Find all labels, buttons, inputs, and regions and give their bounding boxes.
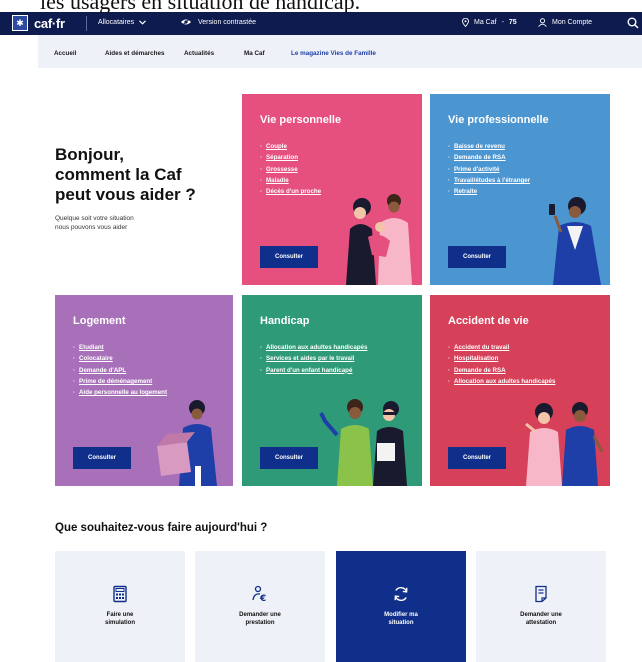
nav-aides[interactable]: Aides et démarches bbox=[105, 50, 165, 57]
action-label: Demander une attestation bbox=[520, 612, 562, 626]
link-etudiant[interactable]: Etudiant bbox=[73, 342, 167, 353]
link-maladie[interactable]: Maladie bbox=[260, 175, 321, 186]
link-demande-rsa[interactable]: Demande de RSA bbox=[448, 152, 530, 163]
link-demande-apl[interactable]: Demande d'APL bbox=[73, 365, 167, 376]
eye-contrast-icon bbox=[181, 18, 191, 26]
link-travail-etranger[interactable]: Travail/études à l'étranger bbox=[448, 175, 530, 186]
link-couple[interactable]: Couple bbox=[260, 141, 321, 152]
action-label: Faire une simulation bbox=[104, 612, 135, 626]
ma-caf-label: Ma Caf bbox=[474, 19, 497, 26]
link-hospitalisation[interactable]: Hospitalisation bbox=[448, 353, 555, 364]
top-bar: ✱ caf·fr Allocataires Version contrastée… bbox=[0, 12, 642, 35]
consulter-button[interactable]: Consulter bbox=[260, 447, 318, 469]
card-accident-de-vie: Accident de vie Accident du travail Hosp… bbox=[430, 295, 610, 486]
action-modifier-situation[interactable]: Modifier ma situation bbox=[336, 551, 466, 662]
card-links: Couple Séparation Grossesse Maladie Décè… bbox=[260, 141, 321, 197]
action-label: Demander une prestation bbox=[239, 612, 281, 626]
link-demande-rsa[interactable]: Demande de RSA bbox=[448, 365, 555, 376]
worker-phone-illustration bbox=[549, 197, 601, 285]
document-icon bbox=[535, 585, 547, 603]
top-separator bbox=[86, 16, 87, 31]
card-links: Allocation aux adultes handicapés Servic… bbox=[260, 342, 367, 376]
card-title: Vie professionnelle bbox=[448, 114, 549, 126]
link-aah[interactable]: Allocation aux adultes handicapés bbox=[448, 376, 555, 387]
svg-text:€: € bbox=[259, 594, 266, 603]
nav-ma-caf[interactable]: Ma Caf bbox=[244, 50, 265, 57]
link-colocataire[interactable]: Colocataire bbox=[73, 353, 167, 364]
card-vie-professionnelle: Vie professionnelle Baisse de revenu Dem… bbox=[430, 94, 610, 285]
link-deces[interactable]: Décès d'un proche bbox=[260, 186, 321, 197]
search-icon[interactable] bbox=[627, 17, 639, 29]
link-grossesse[interactable]: Grossesse bbox=[260, 164, 321, 175]
nav-accueil[interactable]: Accueil bbox=[54, 50, 76, 57]
hero-title: Bonjour, comment la Caf peut vous aider … bbox=[55, 145, 196, 204]
consulter-button[interactable]: Consulter bbox=[260, 246, 318, 268]
location-pin-icon bbox=[462, 18, 469, 27]
chevron-down-icon bbox=[139, 20, 147, 25]
hero-subtitle: Quelque soit votre situation nous pouvon… bbox=[55, 215, 134, 231]
link-retraite[interactable]: Retraite bbox=[448, 186, 530, 197]
card-title: Handicap bbox=[260, 315, 310, 327]
main-nav: Accueil Aides et démarches Actualités Ma… bbox=[38, 35, 642, 68]
action-label: Modifier ma situation bbox=[384, 612, 418, 626]
contrast-label: Version contrastée bbox=[198, 18, 256, 26]
link-services-aides[interactable]: Services et aides par le travail bbox=[260, 353, 367, 364]
contrast-toggle[interactable]: Version contrastée bbox=[180, 18, 256, 26]
money-request-icon: € bbox=[252, 585, 266, 603]
user-icon bbox=[538, 18, 547, 27]
disability-illustration bbox=[319, 399, 407, 486]
republic-logo-icon[interactable]: ✱ bbox=[12, 15, 28, 31]
card-handicap: Handicap Allocation aux adultes handicap… bbox=[242, 295, 422, 486]
family-illustration bbox=[346, 194, 412, 285]
action-demander-attestation[interactable]: Demander une attestation bbox=[476, 551, 606, 662]
action-demander-prestation[interactable]: € Demander une prestation bbox=[195, 551, 325, 662]
consulter-button[interactable]: Consulter bbox=[73, 447, 131, 469]
action-faire-simulation[interactable]: Faire une simulation bbox=[55, 551, 185, 662]
calculator-icon bbox=[113, 585, 127, 603]
consulter-button[interactable]: Consulter bbox=[448, 246, 506, 268]
page-caption: les usagers en situation de handicap. bbox=[40, 0, 361, 13]
link-accident-travail[interactable]: Accident du travail bbox=[448, 342, 555, 353]
mon-compte-label: Mon Compte bbox=[552, 19, 593, 26]
card-title: Vie personnelle bbox=[260, 114, 342, 126]
mon-compte-link[interactable]: Mon Compte bbox=[538, 18, 592, 27]
nav-actualites[interactable]: Actualités bbox=[184, 50, 214, 57]
card-vie-personnelle: Vie personnelle Couple Séparation Grosse… bbox=[242, 94, 422, 285]
link-prime-demenagement[interactable]: Prime de déménagement bbox=[73, 376, 167, 387]
link-prime-activite[interactable]: Prime d'activité bbox=[448, 164, 530, 175]
moving-box-illustration bbox=[157, 400, 217, 486]
card-title: Accident de vie bbox=[448, 315, 529, 327]
ma-caf-dept: 75 bbox=[508, 19, 517, 26]
card-links: Baisse de revenu Demande de RSA Prime d'… bbox=[448, 141, 530, 197]
link-parent-enfant[interactable]: Parent d'un enfant handicapé bbox=[260, 365, 367, 376]
ma-caf-link[interactable]: Ma Caf - 75 bbox=[462, 18, 517, 27]
card-logement: Logement Etudiant Colocataire Demande d'… bbox=[55, 295, 233, 486]
card-links: Etudiant Colocataire Demande d'APL Prime… bbox=[73, 342, 167, 398]
card-links: Accident du travail Hospitalisation Dema… bbox=[448, 342, 555, 387]
nav-magazine[interactable]: Le magazine Vies de Famille bbox=[291, 50, 376, 57]
link-baisse-revenu[interactable]: Baisse de revenu bbox=[448, 141, 530, 152]
consulter-button[interactable]: Consulter bbox=[448, 447, 506, 469]
card-title: Logement bbox=[73, 315, 126, 327]
couple-illustration bbox=[525, 402, 604, 486]
allocataires-dropdown[interactable]: Allocataires bbox=[98, 19, 147, 26]
caf-logo[interactable]: caf·fr bbox=[34, 16, 65, 31]
actions-section-title: Que souhaitez-vous faire aujourd'hui ? bbox=[55, 522, 268, 534]
link-aah[interactable]: Allocation aux adultes handicapés bbox=[260, 342, 367, 353]
refresh-icon bbox=[394, 586, 408, 602]
allocataires-label: Allocataires bbox=[98, 19, 135, 26]
link-separation[interactable]: Séparation bbox=[260, 152, 321, 163]
